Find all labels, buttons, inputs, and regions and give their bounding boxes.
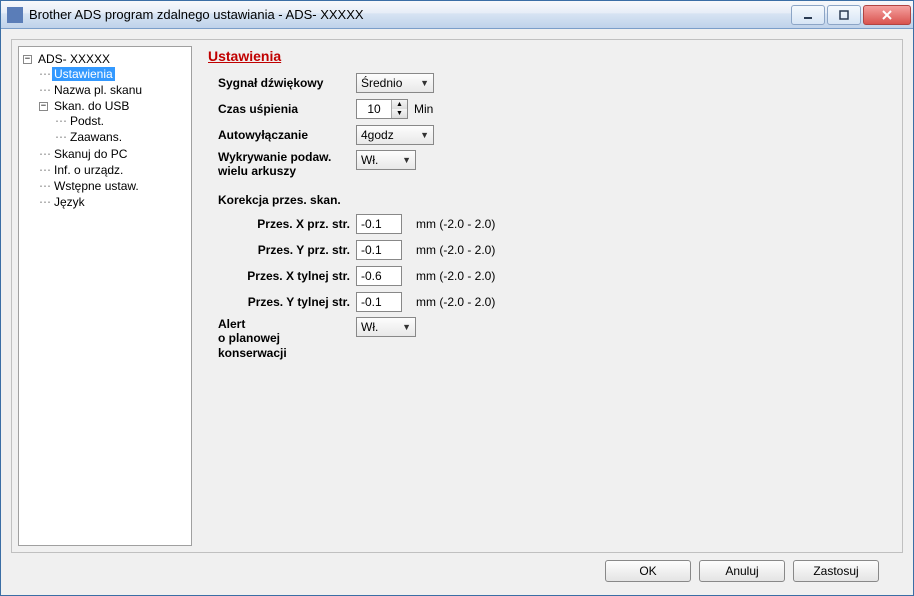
sleep-input[interactable]: [357, 102, 391, 116]
offset-y-front-label: Przes. Y prz. str.: [208, 243, 356, 257]
apply-button[interactable]: Zastosuj: [793, 560, 879, 582]
button-bar: OK Anuluj Zastosuj: [11, 553, 903, 585]
cancel-button[interactable]: Anuluj: [699, 560, 785, 582]
nav-tree[interactable]: − ADS- XXXXX ⋯Ustawienia ⋯Nazwa pl. skan…: [18, 46, 192, 546]
offset-y-back-label: Przes. Y tylnej str.: [208, 295, 356, 309]
beep-select[interactable]: Średnio ▼: [356, 73, 434, 93]
spin-up[interactable]: ▲: [392, 100, 407, 109]
correction-heading: Korekcja przes. skan.: [218, 193, 886, 207]
range-text: mm (-2.0 - 2.0): [416, 217, 495, 231]
tree-root[interactable]: ADS- XXXXX: [36, 52, 112, 66]
tree-toggle-root[interactable]: −: [23, 55, 32, 64]
chevron-down-icon: ▼: [402, 322, 411, 332]
offset-y-front-input[interactable]: [356, 240, 402, 260]
sleep-spinner[interactable]: ▲ ▼: [356, 99, 408, 119]
tree-item-ustawienia[interactable]: Ustawienia: [52, 67, 115, 81]
range-text: mm (-2.0 - 2.0): [416, 295, 495, 309]
chevron-down-icon: ▼: [402, 155, 411, 165]
offset-x-front-input[interactable]: [356, 214, 402, 234]
alert-label: Alert o planowej konserwacji: [208, 317, 356, 360]
sleep-unit: Min: [414, 102, 433, 116]
tree-toggle-usb[interactable]: −: [39, 102, 48, 111]
beep-label: Sygnał dźwiękowy: [208, 76, 356, 90]
maximize-icon: [839, 10, 849, 20]
sleep-label: Czas uśpienia: [208, 102, 356, 116]
range-text: mm (-2.0 - 2.0): [416, 243, 495, 257]
tree-item-zaawans[interactable]: Zaawans.: [68, 130, 124, 144]
spin-down[interactable]: ▼: [392, 109, 407, 118]
range-text: mm (-2.0 - 2.0): [416, 269, 495, 283]
window-title: Brother ADS program zdalnego ustawiania …: [29, 7, 791, 22]
main-area: − ADS- XXXXX ⋯Ustawienia ⋯Nazwa pl. skan…: [11, 39, 903, 553]
app-window: Brother ADS program zdalnego ustawiania …: [0, 0, 914, 596]
chevron-down-icon: ▼: [420, 78, 429, 88]
close-icon: [881, 10, 893, 20]
autooff-select[interactable]: 4godz ▼: [356, 125, 434, 145]
multifeed-select[interactable]: Wł. ▼: [356, 150, 416, 170]
tree-item-podst[interactable]: Podst.: [68, 114, 106, 128]
offset-x-back-input[interactable]: [356, 266, 402, 286]
tree-item-skan-usb[interactable]: Skan. do USB: [52, 99, 131, 113]
maximize-button[interactable]: [827, 5, 861, 25]
minimize-icon: [803, 10, 813, 20]
tree-item-skanuj-pc[interactable]: Skanuj do PC: [52, 147, 129, 161]
minimize-button[interactable]: [791, 5, 825, 25]
autooff-label: Autowyłączanie: [208, 128, 356, 142]
offset-y-back-input[interactable]: [356, 292, 402, 312]
alert-select[interactable]: Wł. ▼: [356, 317, 416, 337]
close-button[interactable]: [863, 5, 911, 25]
app-icon: [7, 7, 23, 23]
offset-x-front-label: Przes. X prz. str.: [208, 217, 356, 231]
panel-heading: Ustawienia: [208, 48, 886, 64]
tree-item-wstepne[interactable]: Wstępne ustaw.: [52, 179, 141, 193]
window-buttons: [791, 5, 911, 25]
multifeed-label: Wykrywanie podaw. wielu arkuszy: [208, 150, 356, 179]
tree-item-jezyk[interactable]: Język: [52, 195, 87, 209]
tree-item-nazwa[interactable]: Nazwa pl. skanu: [52, 83, 144, 97]
settings-panel: Ustawienia Sygnał dźwiękowy Średnio ▼ Cz…: [198, 46, 896, 546]
tree-item-inf[interactable]: Inf. o urządz.: [52, 163, 125, 177]
titlebar: Brother ADS program zdalnego ustawiania …: [1, 1, 913, 29]
offset-x-back-label: Przes. X tylnej str.: [208, 269, 356, 283]
content-area: − ADS- XXXXX ⋯Ustawienia ⋯Nazwa pl. skan…: [1, 29, 913, 595]
ok-button[interactable]: OK: [605, 560, 691, 582]
chevron-down-icon: ▼: [420, 130, 429, 140]
